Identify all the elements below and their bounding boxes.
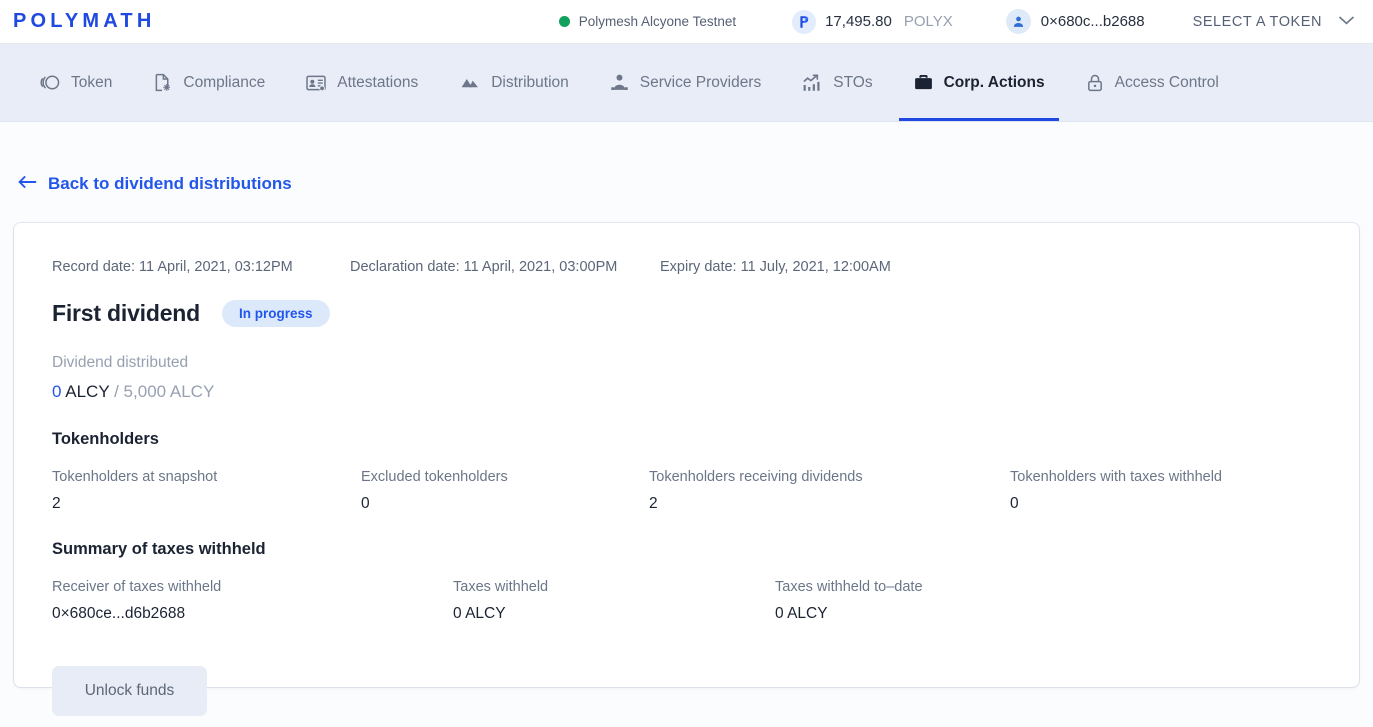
distributed-amount: 0 xyxy=(52,382,62,401)
dates-row: Record date: 11 April, 2021, 03:12PM Dec… xyxy=(52,259,1321,275)
nav-label-stos: STOs xyxy=(833,73,873,91)
nav-label-compliance: Compliance xyxy=(183,73,266,91)
nav-item-access-control[interactable]: Access Control xyxy=(1071,44,1233,121)
arrow-left-icon xyxy=(18,175,37,194)
stat-tokenholders-at-snapshot: Tokenholders at snapshot 2 xyxy=(52,469,361,513)
polymath-logo[interactable]: POLYMATH xyxy=(13,10,156,33)
chevron-down-icon xyxy=(1338,13,1355,31)
stat-receiver-of-taxes-withheld: Receiver of taxes withheld 0×680ce...d6b… xyxy=(52,579,453,623)
top-header-bar: POLYMATH Polymesh Alcyone Testnet 17,495… xyxy=(0,0,1373,44)
header-right-group: Polymesh Alcyone Testnet 17,495.80 POLYX… xyxy=(558,0,1373,43)
taxes-heading: Summary of taxes withheld xyxy=(52,540,266,558)
balance-ticker: POLYX xyxy=(903,13,953,30)
nav-item-distribution[interactable]: Distribution xyxy=(444,44,583,121)
nav-item-service-providers[interactable]: Service Providers xyxy=(595,44,775,121)
stat-value: 2 xyxy=(52,495,61,512)
taxes-stats: Receiver of taxes withheld 0×680ce...d6b… xyxy=(52,579,1321,623)
account-address: 0×680c...b2688 xyxy=(1040,13,1145,30)
polyx-token-icon xyxy=(792,9,817,34)
back-to-distributions-link[interactable]: Back to dividend distributions xyxy=(18,174,292,194)
network-label: Polymesh Alcyone Testnet xyxy=(578,14,737,29)
stat-label: Tokenholders receiving dividends xyxy=(649,469,863,485)
nav-label-access-control: Access Control xyxy=(1114,73,1219,91)
status-badge: In progress xyxy=(222,300,330,327)
stat-taxes-withheld: Taxes withheld 0 ALCY xyxy=(453,579,775,623)
stat-tokenholders-receiving-dividends: Tokenholders receiving dividends 2 xyxy=(649,469,1010,513)
id-card-gear-icon xyxy=(305,72,327,94)
stat-value: 2 xyxy=(649,495,658,512)
page-body: Back to dividend distributions Record da… xyxy=(0,174,1373,716)
stat-value: 0 ALCY xyxy=(453,605,506,622)
nav-item-attestations[interactable]: Attestations xyxy=(291,44,432,121)
main-nav: Token Compliance Attestations Distributi… xyxy=(0,44,1373,122)
stat-label: Receiver of taxes withheld xyxy=(52,579,222,595)
document-gear-icon xyxy=(152,72,173,93)
stat-value: 0 xyxy=(1010,495,1019,512)
network-status: Polymesh Alcyone Testnet xyxy=(558,14,737,29)
tokenholders-heading: Tokenholders xyxy=(52,430,159,448)
back-link-label: Back to dividend distributions xyxy=(48,174,292,193)
polyx-balance: 17,495.80 POLYX xyxy=(792,9,953,34)
lock-icon xyxy=(1085,73,1105,93)
nav-item-compliance[interactable]: Compliance xyxy=(138,44,279,121)
title-row: First dividend In progress xyxy=(52,300,1321,327)
stat-value: 0×680ce...d6b2688 xyxy=(52,605,186,622)
person-badge-icon xyxy=(609,72,630,93)
stat-label: Taxes withheld xyxy=(453,579,549,595)
declaration-date: Declaration date: 11 April, 2021, 03:00P… xyxy=(350,259,618,275)
user-avatar-icon xyxy=(1005,9,1031,34)
stat-excluded-tokenholders: Excluded tokenholders 0 xyxy=(361,469,649,513)
token-selector-label: SELECT A TOKEN xyxy=(1192,13,1322,30)
nav-item-corp-actions[interactable]: Corp. Actions xyxy=(898,44,1059,121)
bar-chart-arrow-icon xyxy=(801,72,823,94)
page-title: First dividend xyxy=(52,300,200,326)
stat-label: Taxes withheld to–date xyxy=(775,579,923,595)
nav-label-corp-actions: Corp. Actions xyxy=(943,73,1045,91)
stat-label: Excluded tokenholders xyxy=(361,469,508,485)
nav-label-token: Token xyxy=(71,73,113,91)
nav-label-attestations: Attestations xyxy=(337,73,419,91)
stat-label: Tokenholders at snapshot xyxy=(52,469,218,485)
dividend-distributed-value: 0 ALCY / 5,000 ALCY xyxy=(52,382,1321,402)
token-selector[interactable]: SELECT A TOKEN xyxy=(1193,13,1355,31)
distributed-total: / 5,000 ALCY xyxy=(114,382,215,401)
nav-label-service-providers: Service Providers xyxy=(639,73,762,91)
tokenholders-stats: Tokenholders at snapshot 2 Excluded toke… xyxy=(52,469,1321,513)
unlock-funds-button[interactable]: Unlock funds xyxy=(52,666,207,716)
nav-label-distribution: Distribution xyxy=(491,73,569,91)
expiry-date: Expiry date: 11 July, 2021, 12:00AM xyxy=(660,259,891,275)
distributed-ticker: ALCY xyxy=(65,382,110,401)
stat-value: 0 ALCY xyxy=(775,605,828,622)
dividend-distributed-label: Dividend distributed xyxy=(52,354,189,371)
nav-item-token[interactable]: Token xyxy=(26,44,126,121)
dividend-detail-card: Record date: 11 April, 2021, 03:12PM Dec… xyxy=(14,223,1359,716)
nav-item-stos[interactable]: STOs xyxy=(787,44,886,121)
account-chip[interactable]: 0×680c...b2688 xyxy=(1005,9,1145,34)
token-icon xyxy=(40,72,61,93)
stat-tokenholders-with-taxes-withheld: Tokenholders with taxes withheld 0 xyxy=(1010,469,1222,513)
status-dot-icon xyxy=(558,16,570,27)
balance-amount: 17,495.80 xyxy=(825,13,892,30)
stat-taxes-withheld-to-date: Taxes withheld to–date 0 ALCY xyxy=(775,579,923,623)
record-date: Record date: 11 April, 2021, 03:12PM xyxy=(52,259,293,275)
stat-value: 0 xyxy=(361,495,370,512)
briefcase-icon xyxy=(913,72,934,93)
stat-label: Tokenholders with taxes withheld xyxy=(1010,469,1222,485)
mountains-icon xyxy=(458,71,481,94)
